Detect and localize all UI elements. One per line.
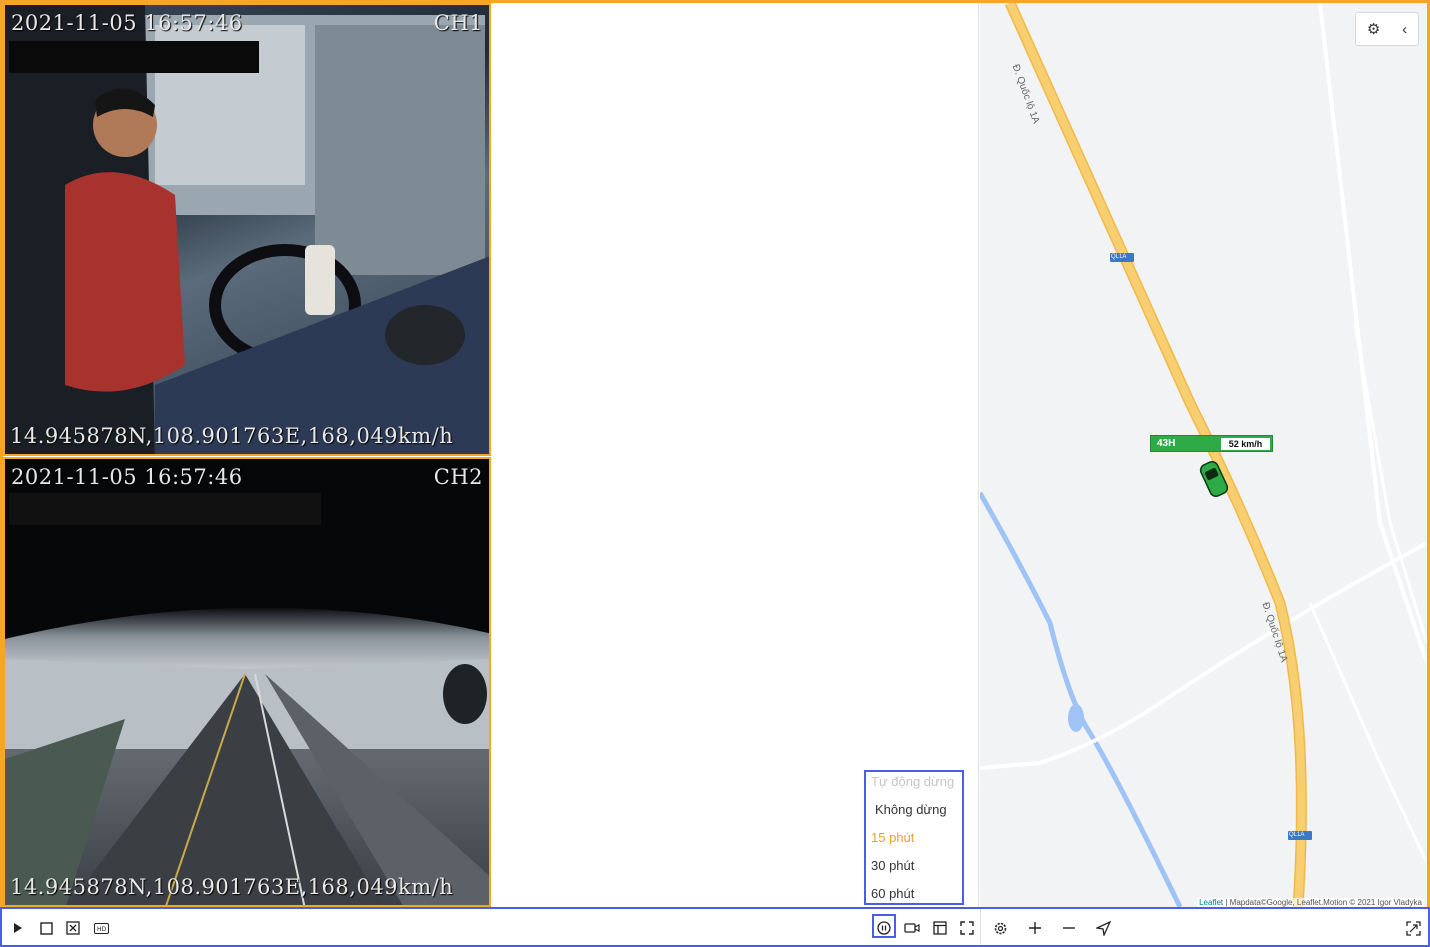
map-panel[interactable]: Đ. Quốc lộ 1A Đ. Quốc lộ 1A QL1A QL1A 43… (980, 3, 1427, 907)
redaction-bar (9, 493, 321, 525)
gear-icon[interactable] (991, 919, 1009, 937)
option-60-min[interactable]: 60 phút (871, 886, 914, 901)
vehicle-plate: 43H (1157, 438, 1176, 449)
camera-feed-ch2 (5, 459, 489, 905)
close-all-icon[interactable] (64, 919, 82, 937)
cam1-gps-overlay: 14.945878N,108.901763E,168,049km/h (10, 424, 454, 448)
gear-icon[interactable]: ⚙ (1367, 20, 1380, 38)
hd-icon[interactable]: HD (92, 919, 110, 937)
map-attribution: Leaflet | Mapdata©Google, Leaflet.Motion… (1197, 898, 1424, 907)
stop-icon[interactable] (37, 919, 55, 937)
camera-pane-ch2[interactable]: 2021-11-05 16:57:46 CH2 14.945878N,108.9… (3, 457, 491, 907)
svg-text:HD: HD (97, 926, 107, 933)
record-icon[interactable] (903, 919, 921, 937)
cam2-gps-overlay: 14.945878N,108.901763E,168,049km/h (10, 875, 454, 899)
cam2-timestamp: 2021-11-05 16:57:46 (11, 465, 243, 489)
zoom-out-icon[interactable] (1060, 919, 1078, 937)
layout-icon[interactable] (931, 919, 949, 937)
auto-stop-icon[interactable] (875, 919, 893, 937)
redaction-bar (9, 41, 259, 73)
bottom-toolbar: HD (0, 907, 1430, 947)
cam2-channel: CH2 (433, 465, 483, 489)
cam1-channel: CH1 (433, 11, 483, 35)
auto-stop-dropdown[interactable]: Tự động dừng Không dừng 15 phút 30 phút … (864, 770, 964, 905)
play-icon[interactable] (9, 919, 27, 937)
toolbar-divider (980, 909, 981, 945)
highway-shield: QL1A (1289, 832, 1305, 838)
fullscreen-icon[interactable] (958, 919, 976, 937)
option-15-min[interactable]: 15 phút (871, 830, 914, 845)
expand-icon[interactable] (1404, 919, 1422, 937)
vehicle-marker-label[interactable]: 43H 52 km/h (1150, 435, 1273, 452)
map-tiles (980, 3, 1427, 907)
zoom-in-icon[interactable] (1026, 919, 1044, 937)
vehicle-speed: 52 km/h (1221, 437, 1270, 450)
option-30-min[interactable]: 30 phút (871, 858, 914, 873)
map-controls: ⚙ ‹ (1355, 12, 1419, 46)
locate-icon[interactable] (1094, 919, 1112, 937)
camera-pane-ch1[interactable]: 2021-11-05 16:57:46 CH1 14.945878N,108.9… (3, 3, 491, 456)
highway-shield: QL1A (1111, 254, 1127, 260)
chevron-left-icon[interactable]: ‹ (1402, 21, 1407, 38)
option-no-stop[interactable]: Không dừng (875, 802, 947, 817)
leaflet-link[interactable]: Leaflet (1199, 898, 1223, 907)
cam1-timestamp: 2021-11-05 16:57:46 (11, 11, 243, 35)
dropdown-header: Tự động dừng (871, 774, 955, 789)
